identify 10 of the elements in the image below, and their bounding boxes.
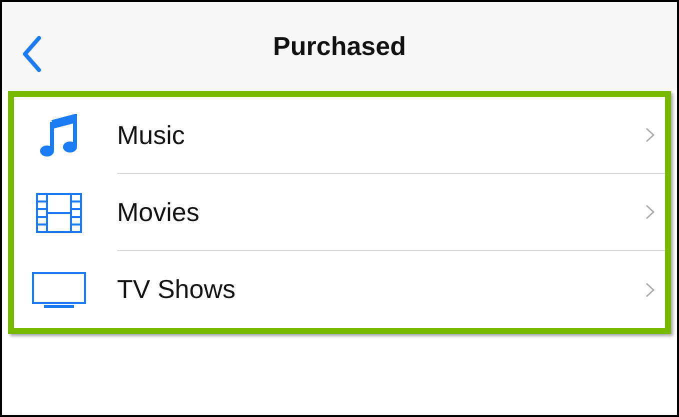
film-strip-icon: [36, 192, 82, 232]
chevron-icon: [645, 204, 655, 220]
television-icon: [32, 272, 86, 308]
nav-title: Purchased: [273, 30, 406, 63]
chevron-icon: [645, 127, 655, 143]
list-item-label[interactable]: Movies: [117, 192, 200, 232]
list-item-label[interactable]: TV Shows: [117, 270, 236, 309]
chevron-icon: [645, 282, 655, 298]
list-item-label[interactable]: Music: [117, 116, 185, 154]
music-note-icon: [38, 114, 78, 158]
